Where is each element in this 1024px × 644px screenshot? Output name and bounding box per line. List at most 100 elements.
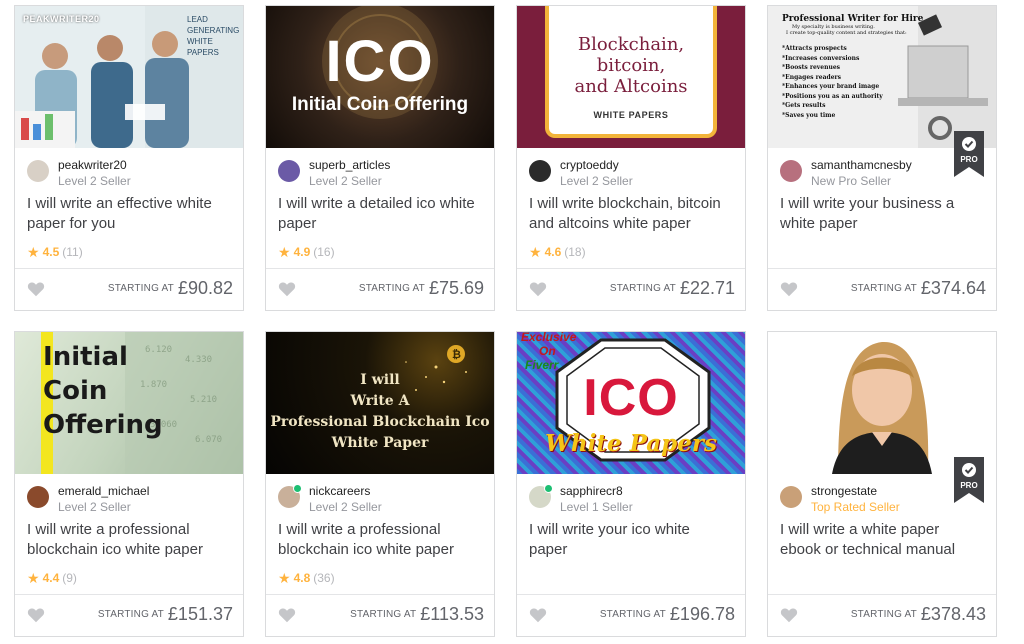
gig-rating: ★ 4.8 (36) (278, 570, 335, 587)
star-icon: ★ (27, 244, 40, 260)
seller-name[interactable]: superb_articles (309, 158, 390, 172)
seller-level: Level 2 Seller (58, 500, 131, 514)
gig-title[interactable]: I will write a detailed ico white paper (278, 194, 478, 234)
gig-title[interactable]: I will write your business a white paper (780, 194, 980, 234)
seller-level: Level 2 Seller (560, 174, 633, 188)
avatar[interactable] (278, 160, 300, 182)
review-count: (16) (313, 245, 335, 259)
seller-level: New Pro Seller (811, 174, 892, 188)
thumbnail-heading-line: bitcoin, (596, 55, 666, 76)
starting-at-label: STARTING AT (97, 609, 164, 620)
gig-title[interactable]: I will write blockchain, bitcoin and alt… (529, 194, 729, 234)
svg-text:₿: ₿ (452, 348, 461, 361)
gig-title[interactable]: I will write a white paper ebook or tech… (780, 520, 980, 560)
thumbnail-bullet: *Enhances your brand image (782, 83, 880, 90)
gig-rating: ★ 4.6 (18) (529, 244, 586, 261)
thumbnail-heading-block: I will Write A Professional Blockchain I… (266, 370, 494, 454)
gig-card[interactable]: ICO Initial Coin Offering superb_article… (265, 5, 495, 311)
thumbnail-caption: WHITE PAPERS (593, 110, 669, 120)
rating-value: 4.6 (544, 245, 562, 259)
starting-at-label: STARTING AT (358, 283, 425, 294)
heart-icon[interactable] (780, 607, 798, 623)
starting-at-label: STARTING AT (609, 283, 676, 294)
gig-title[interactable]: I will write a professional blockchain i… (278, 520, 478, 560)
gig-card[interactable]: 6.120 4.330 1.870 5.210 3.060 6.070 Initial… (14, 331, 244, 637)
avatar[interactable] (529, 160, 551, 182)
heart-icon[interactable] (529, 607, 547, 623)
seller-level: Level 2 Seller (309, 500, 382, 514)
gig-price[interactable]: STARTING AT £196.78 (600, 604, 735, 625)
gig-card[interactable]: PEAKWRITER20 LEAD GENERATING WHITE PAPER… (14, 5, 244, 311)
avatar[interactable] (27, 160, 49, 182)
heart-icon[interactable] (27, 281, 45, 297)
heart-icon[interactable] (278, 281, 296, 297)
seller-name[interactable]: peakwriter20 (58, 158, 127, 172)
heart-icon[interactable] (27, 607, 45, 623)
gig-thumbnail[interactable]: 6.120 4.330 1.870 5.210 3.060 6.070 Initial… (15, 332, 243, 474)
thumbnail-heading: Professional Writer for Hire (782, 14, 924, 24)
thumbnail-text-block: Professional Writer for Hire My specialt… (782, 14, 932, 120)
portrait-photo (832, 341, 932, 474)
online-indicator (544, 484, 553, 493)
gig-thumbnail[interactable]: Exclusive On Fiverr ICO White Papers (517, 332, 745, 474)
seller-level: Level 1 Seller (560, 500, 633, 514)
seller-name[interactable]: sapphirecr8 (560, 484, 623, 498)
gig-footer: STARTING AT £378.43 (768, 594, 996, 637)
gig-thumbnail[interactable]: Professional Writer for Hire My specialt… (768, 6, 996, 148)
gig-footer: STARTING AT £151.37 (15, 594, 243, 637)
thumbnail-heading-line: and Altcoins (574, 76, 688, 97)
gig-thumbnail[interactable]: PEAKWRITER20 LEAD GENERATING WHITE PAPER… (15, 6, 243, 148)
gig-thumbnail[interactable]: ICO Initial Coin Offering (266, 6, 494, 148)
gig-card[interactable]: Professional Writer for Hire My specialt… (767, 5, 997, 311)
thumbnail-bullet: *Saves you time (782, 111, 836, 119)
seller-name[interactable]: samanthamcnesby (811, 158, 912, 172)
review-count: (9) (62, 571, 77, 585)
seller-name[interactable]: emerald_michael (58, 484, 149, 498)
seller-info: superb_articles Level 2 Seller (278, 158, 484, 188)
heart-icon[interactable] (529, 281, 547, 297)
gig-thumbnail[interactable] (768, 332, 996, 474)
gig-price[interactable]: STARTING AT £374.64 (851, 278, 986, 299)
svg-text:5.210: 5.210 (190, 395, 217, 405)
gig-price[interactable]: STARTING AT £113.53 (350, 604, 484, 625)
gig-title[interactable]: I will write your ico white paper (529, 520, 729, 560)
gig-footer: STARTING AT £90.82 (15, 268, 243, 311)
gig-thumbnail[interactable]: ₿ I will Write A Professional Blockchain… (266, 332, 494, 474)
thumbnail-tag: On (539, 344, 556, 358)
seller-name[interactable]: cryptoeddy (560, 158, 619, 172)
seller-name[interactable]: strongestate (811, 484, 877, 498)
gig-price[interactable]: STARTING AT £378.43 (851, 604, 986, 625)
heart-icon[interactable] (278, 607, 296, 623)
avatar[interactable] (780, 486, 802, 508)
seller-name[interactable]: nickcareers (309, 484, 370, 498)
svg-text:4.330: 4.330 (185, 355, 212, 365)
starting-at-label: STARTING AT (599, 609, 666, 620)
thumbnail-caption: Initial Coin Offering (291, 94, 469, 115)
gig-title[interactable]: I will write an effective white paper fo… (27, 194, 227, 234)
svg-text:6.070: 6.070 (195, 435, 222, 445)
gig-price[interactable]: STARTING AT £75.69 (359, 278, 484, 299)
gig-footer: STARTING AT £113.53 (266, 594, 494, 637)
seller-info: sapphirecr8 Level 1 Seller (529, 484, 735, 514)
gig-thumbnail[interactable]: Blockchain, bitcoin, and Altcoins WHITE … (517, 6, 745, 148)
gig-rating: ★ 4.5 (11) (27, 244, 83, 261)
gig-card[interactable]: Exclusive On Fiverr ICO White Papers sap… (516, 331, 746, 637)
gig-card[interactable]: ₿ I will Write A Professional Blockchain… (265, 331, 495, 637)
gig-footer: STARTING AT £374.64 (768, 268, 996, 311)
gig-card[interactable]: Blockchain, bitcoin, and Altcoins WHITE … (516, 5, 746, 311)
gig-price[interactable]: STARTING AT £22.71 (610, 278, 735, 299)
star-icon: ★ (278, 244, 291, 260)
online-indicator (293, 484, 302, 493)
gig-price[interactable]: STARTING AT £90.82 (108, 278, 233, 299)
gig-footer: STARTING AT £75.69 (266, 268, 494, 311)
gig-card[interactable]: PRO strongestate Top Rated Seller I will… (767, 331, 997, 637)
avatar[interactable] (27, 486, 49, 508)
thumbnail-word: oin (62, 376, 108, 406)
gig-price[interactable]: STARTING AT £151.37 (98, 604, 233, 625)
gig-title[interactable]: I will write a professional blockchain i… (27, 520, 227, 560)
heart-icon[interactable] (780, 281, 798, 297)
starting-at-label: STARTING AT (850, 283, 917, 294)
avatar[interactable] (780, 160, 802, 182)
thumbnail-word: nitial (52, 342, 128, 372)
gig-rating: ★ 4.9 (16) (278, 244, 335, 261)
